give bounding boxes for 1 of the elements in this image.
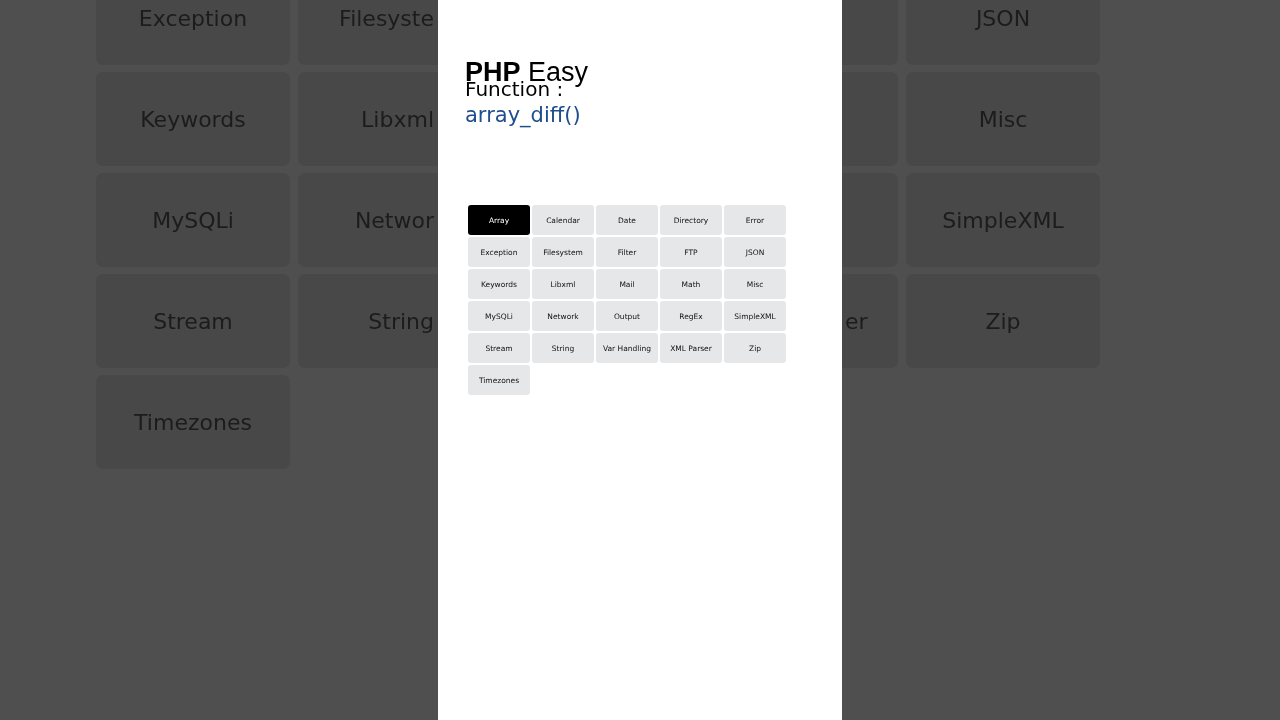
function-name: array_diff() — [465, 104, 581, 126]
